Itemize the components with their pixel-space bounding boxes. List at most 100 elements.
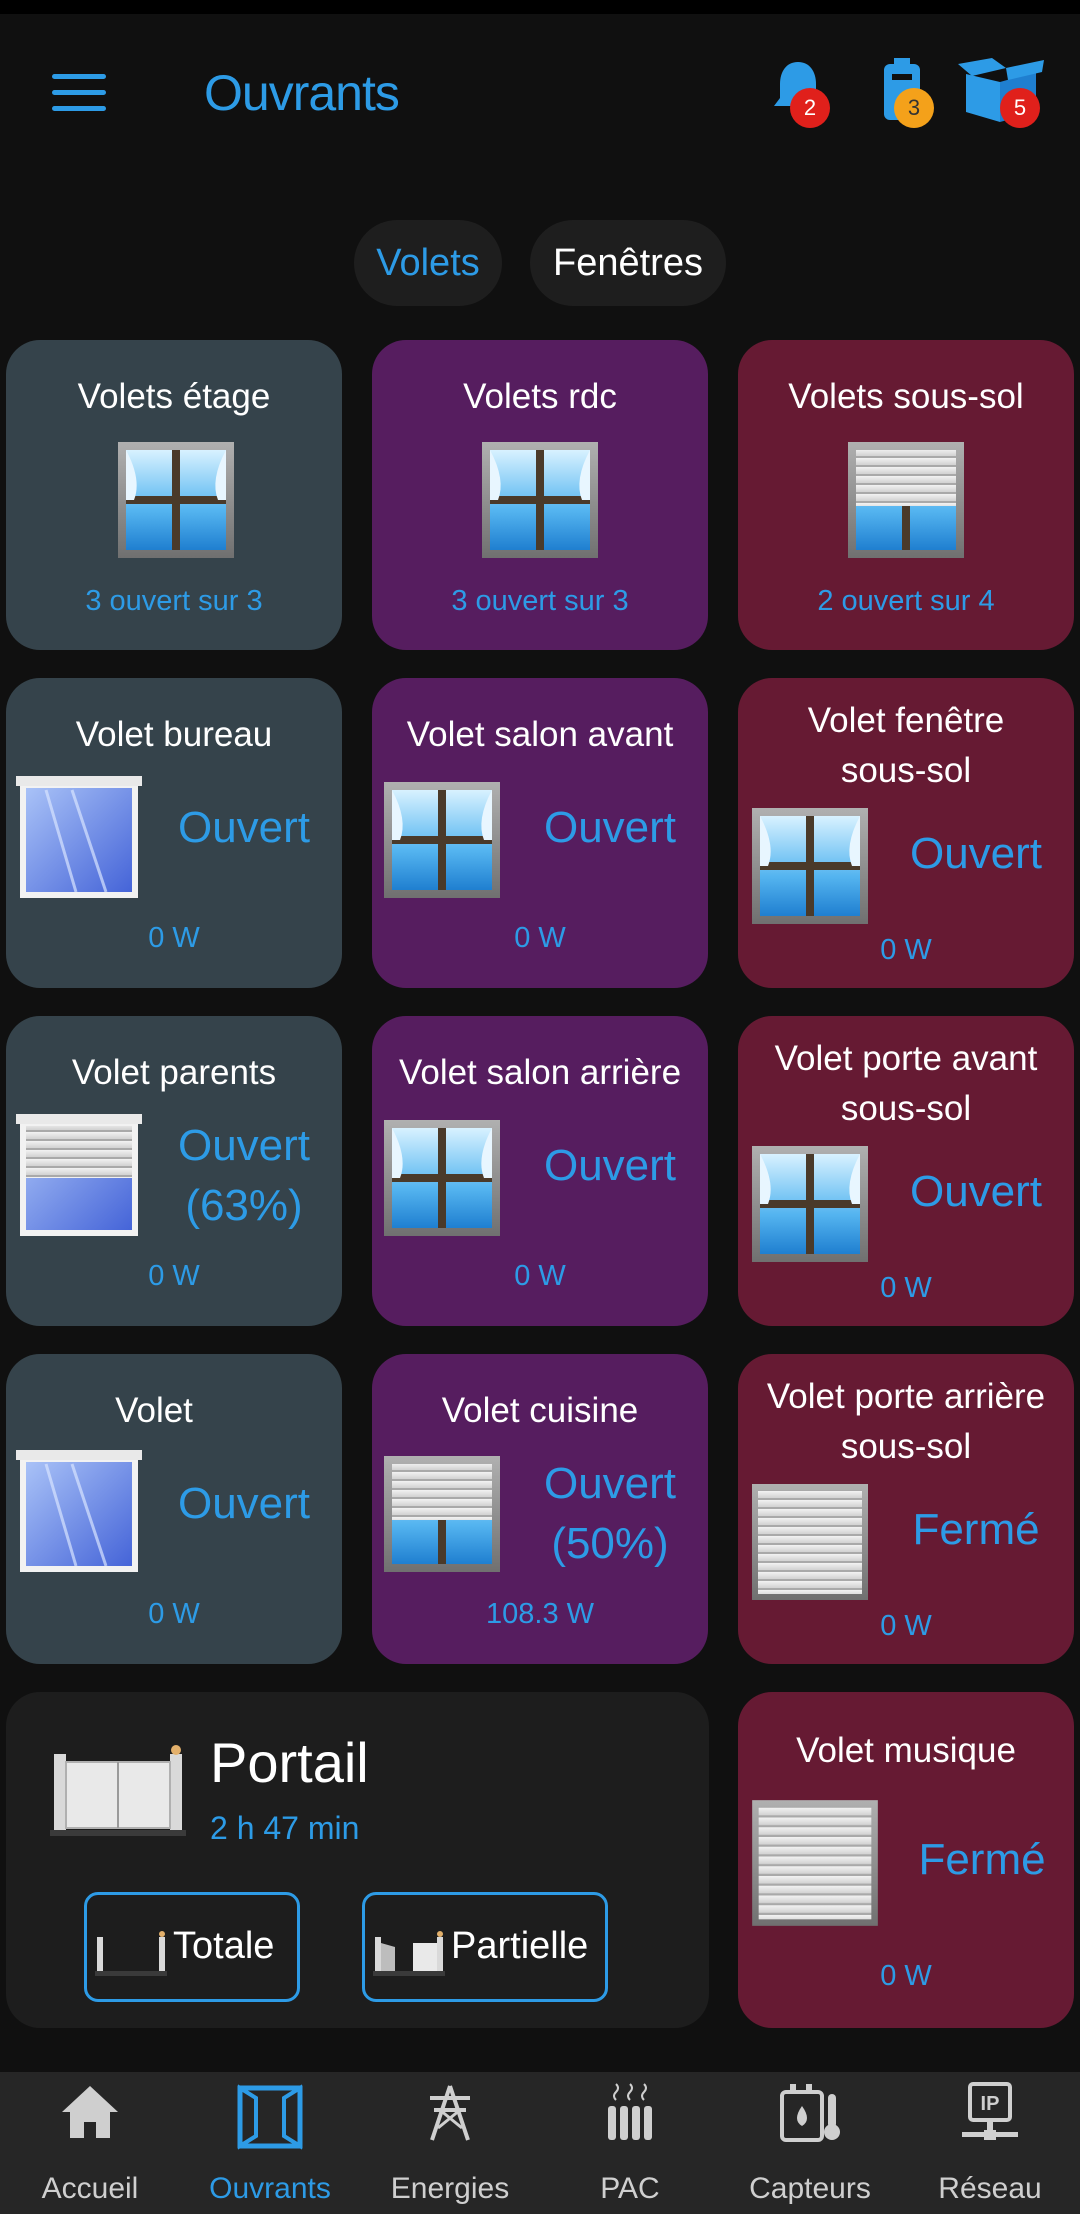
power-reading: 0 W: [514, 1260, 566, 1292]
home-icon: [62, 2086, 118, 2138]
power-reading: 0 W: [148, 1598, 200, 1630]
card-title: Volet porte avant sous-sol: [774, 1039, 1038, 1128]
group-card-volets-etage[interactable]: Volets étage 3 ouvert sur 3: [6, 340, 342, 650]
card-title: Volet musique: [796, 1731, 1016, 1770]
card-title: Volet parents: [71, 1053, 277, 1092]
shutter-card-volet-porte-arriere-sous-sol[interactable]: Volet porte arrière sous-sol Fermé 0 W: [738, 1354, 1074, 1664]
window-open-icon: [118, 442, 234, 558]
card-title: Volet fenêtre sous-sol: [807, 701, 1005, 790]
nav-pac[interactable]: PAC: [540, 2072, 720, 2214]
battery-icon[interactable]: 3: [872, 58, 962, 148]
notifications-badge: 2: [790, 88, 830, 128]
svg-text:IP: IP: [981, 2093, 1000, 2115]
card-title: Volets rdc: [463, 377, 617, 416]
gate-open-partial-button[interactable]: Partielle: [362, 1892, 608, 2002]
power-reading: 0 W: [514, 922, 566, 954]
power-reading: 0 W: [880, 1610, 932, 1642]
tab-fenetres[interactable]: Fenêtres: [530, 220, 726, 306]
window-open-icon: [384, 1120, 500, 1236]
nav-energies[interactable]: Energies: [360, 2072, 540, 2214]
power-reading: 108.3 W: [486, 1598, 594, 1630]
window-half-shutter-icon: [384, 1456, 500, 1572]
group-card-volets-sous-sol[interactable]: Volets sous-sol 2 ouvert sur 4: [738, 340, 1074, 650]
shutter-state: Ouvert (63%): [177, 1121, 311, 1230]
shutter-state: Ouvert: [909, 1167, 1043, 1216]
nav-capteurs[interactable]: Capteurs: [720, 2072, 900, 2214]
shutter-state: Fermé: [918, 1835, 1046, 1884]
gate-open-full-label: Totale: [173, 1925, 275, 1967]
nav-label: Capteurs: [749, 2172, 871, 2205]
shutter-card-volet-cuisine[interactable]: Volet cuisine Ouvert (50%) 108.3 W: [372, 1354, 708, 1664]
shutter-state: Ouvert: [543, 1141, 677, 1190]
notifications-bell-icon[interactable]: 2: [760, 58, 850, 148]
power-pylon-icon: [430, 2085, 470, 2141]
gate-elapsed-time: 2 h 47 min: [210, 1810, 360, 1846]
shutter-card-volet-porte-avant-sous-sol[interactable]: Volet porte avant sous-sol Ouvert 0 W: [738, 1016, 1074, 1326]
gate-icon: [50, 1745, 186, 1836]
shutter-card-volet-salon-arriere[interactable]: Volet salon arrière Ouvert 0 W: [372, 1016, 708, 1326]
nav-label: Accueil: [41, 2172, 139, 2205]
packages-badge: 5: [1000, 88, 1040, 128]
shutter-state: Fermé: [912, 1505, 1040, 1554]
ip-network-icon: IP: [962, 2082, 1018, 2140]
nav-accueil[interactable]: Accueil: [0, 2072, 180, 2214]
power-reading: 0 W: [880, 1960, 932, 1992]
card-summary: 3 ouvert sur 3: [85, 585, 263, 617]
nav-ouvrants[interactable]: Ouvrants: [180, 2072, 360, 2214]
open-window-icon: [237, 2084, 303, 2150]
power-reading: 0 W: [880, 934, 932, 966]
card-summary: 2 ouvert sur 4: [817, 585, 995, 617]
gate-open-partial-label: Partielle: [451, 1925, 589, 1967]
tab-volets[interactable]: Volets: [354, 220, 502, 306]
header: Ouvrants 2 3 5: [0, 14, 1080, 174]
shutter-card-volet-bureau[interactable]: Volet bureau Ouvert 0 W: [6, 678, 342, 988]
shutter-state: Ouvert: [177, 1479, 311, 1528]
page-title: Ouvrants: [204, 65, 400, 121]
nav-label: Energies: [390, 2172, 510, 2205]
card-title: Volet bureau: [75, 715, 273, 754]
gate-card-portail[interactable]: Portail 2 h 47 min Totale Partielle: [6, 1692, 709, 2028]
gate-title: Portail: [210, 1731, 369, 1794]
card-title: Volet cuisine: [441, 1391, 639, 1430]
status-bar: [0, 0, 1080, 14]
window-open-icon: [752, 808, 868, 924]
shutter-state: Ouvert: [543, 803, 677, 852]
power-reading: 0 W: [880, 1272, 932, 1304]
nav-label: Réseau: [938, 2172, 1042, 2205]
card-title: Volet porte arrière sous-sol: [766, 1377, 1046, 1466]
shutter-card-volet-fenetre-sous-sol[interactable]: Volet fenêtre sous-sol Ouvert 0 W: [738, 678, 1074, 988]
shutter-card-volet-musique[interactable]: Volet musique Fermé 0 W: [738, 1692, 1074, 2028]
shutter-state: Ouvert (50%): [543, 1459, 677, 1568]
power-reading: 0 W: [148, 922, 200, 954]
sensor-thermometer-icon: [780, 2084, 840, 2142]
window-open-icon: [384, 782, 500, 898]
window-open-icon: [482, 442, 598, 558]
gate-open-full-button[interactable]: Totale: [84, 1892, 300, 2002]
bottom-navigation: Accueil Ouvrants Energies PAC Capteurs I…: [0, 2072, 1080, 2214]
window-open-icon: [752, 1146, 868, 1262]
gate-open-partial-icon: [373, 1931, 445, 1976]
card-title: Volet: [115, 1391, 193, 1430]
menu-icon[interactable]: [52, 74, 106, 114]
card-title: Volets étage: [77, 377, 271, 416]
nav-label: PAC: [600, 2172, 660, 2205]
glass-window-half-shutter-icon: [16, 1114, 142, 1236]
shutter-card-volet[interactable]: Volet Ouvert 0 W: [6, 1354, 342, 1664]
shutter-closed-icon: [752, 1484, 868, 1600]
group-card-volets-rdc[interactable]: Volets rdc 3 ouvert sur 3: [372, 340, 708, 650]
glass-window-icon: [16, 1450, 142, 1572]
radiator-icon: [608, 2083, 652, 2140]
shutter-closed-icon: [752, 1800, 878, 1926]
glass-window-icon: [16, 776, 142, 898]
battery-badge: 3: [894, 88, 934, 128]
card-title: Volets sous-sol: [788, 377, 1024, 416]
package-box-icon[interactable]: 5: [958, 58, 1068, 148]
shutter-card-volet-salon-avant[interactable]: Volet salon avant Ouvert 0 W: [372, 678, 708, 988]
shutter-state: Ouvert: [177, 803, 311, 852]
nav-reseau[interactable]: IP Réseau: [900, 2072, 1080, 2214]
window-half-shutter-icon: [848, 442, 964, 558]
shutter-card-volet-parents[interactable]: Volet parents Ouvert (63%) 0 W: [6, 1016, 342, 1326]
shutter-state: Ouvert: [909, 829, 1043, 878]
card-title: Volet salon arrière: [398, 1053, 682, 1092]
gate-open-full-icon: [95, 1931, 167, 1976]
